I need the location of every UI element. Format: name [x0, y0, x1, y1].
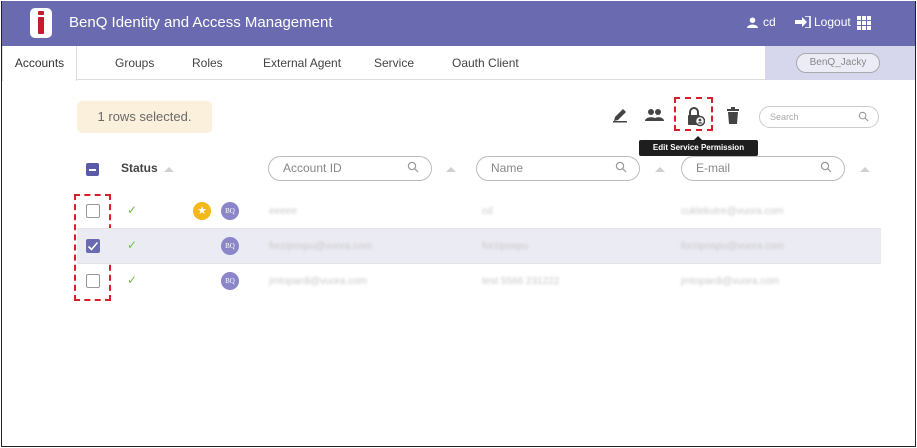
star-icon: ★	[193, 202, 211, 220]
search-icon	[407, 161, 419, 173]
group-icon[interactable]	[645, 107, 664, 127]
org-area: BenQ_Jacky	[765, 46, 915, 80]
highlight-lock-icon	[674, 97, 713, 131]
user-name: cd	[763, 15, 776, 29]
edit-icon[interactable]	[612, 107, 630, 127]
table-row[interactable]: ✓ BQ forzipospu@vuora.com forzipospu for…	[77, 229, 881, 264]
sort-email-icon[interactable]	[860, 167, 870, 172]
email-cell: jmtopardi@vuora.com	[681, 276, 779, 287]
status-header[interactable]: Status	[121, 161, 158, 175]
email-placeholder: E-mail	[696, 161, 731, 175]
sort-status-icon[interactable]	[164, 167, 174, 172]
select-all-checkbox[interactable]	[86, 163, 99, 176]
bq-badge: BQ	[221, 202, 239, 220]
name-cell: forzipospu	[482, 241, 529, 252]
org-selector[interactable]: BenQ_Jacky	[796, 53, 880, 73]
bq-badge: BQ	[221, 272, 239, 290]
tooltip-edit-service-permission: Edit Service Permission	[639, 136, 758, 156]
search-icon	[820, 161, 832, 173]
name-filter[interactable]: Name	[476, 156, 640, 181]
name-cell: cd	[482, 206, 493, 217]
name-placeholder: Name	[491, 161, 524, 175]
app-window: BenQ Identity and Access Management cd L…	[1, 1, 916, 447]
search-input[interactable]: Search	[759, 106, 879, 128]
row-checkbox[interactable]	[86, 204, 100, 218]
tab-service[interactable]: Service	[374, 46, 414, 80]
row-checkbox[interactable]	[86, 274, 100, 288]
status-check: ✓	[127, 273, 138, 287]
apps-grid-icon[interactable]	[857, 16, 871, 30]
name-cell: test 5566 231222	[482, 276, 560, 287]
app-title: BenQ Identity and Access Management	[69, 14, 333, 31]
status-check: ✓	[127, 203, 138, 217]
status-check: ✓	[127, 238, 138, 252]
account-id-cell: forzipospu@vuora.com	[269, 241, 372, 252]
tab-oauth-client[interactable]: Oauth Client	[452, 46, 519, 80]
logout-label: Logout	[814, 15, 851, 29]
selection-status: 1 rows selected.	[77, 101, 212, 133]
email-filter[interactable]: E-mail	[681, 156, 845, 181]
email-cell: cuklekutre@vuora.com	[681, 206, 784, 217]
sort-account-id-icon[interactable]	[446, 167, 456, 172]
tab-accounts[interactable]: Accounts	[2, 46, 77, 81]
tab-bar: Accounts Groups Roles External Agent Ser…	[2, 46, 915, 81]
trash-icon[interactable]	[726, 107, 744, 127]
checkmark-icon	[87, 241, 99, 251]
user-icon	[747, 16, 758, 28]
bq-badge: BQ	[221, 237, 239, 255]
tab-external-agent[interactable]: External Agent	[263, 46, 341, 80]
table-row[interactable]: ✓ BQ jmtopardi@vuora.com test 5566 23122…	[77, 264, 881, 299]
search-icon	[615, 161, 627, 173]
row-checkbox[interactable]	[86, 239, 100, 253]
top-bar: BenQ Identity and Access Management cd L…	[2, 1, 915, 46]
account-id-cell: eeeee	[269, 206, 297, 217]
table-row[interactable]: ✓ ★ BQ eeeee cd cuklekutre@vuora.com	[77, 194, 881, 229]
tab-groups[interactable]: Groups	[115, 46, 154, 80]
logout-icon	[795, 16, 811, 28]
email-cell: forzipospu@vuora.com	[681, 241, 784, 252]
search-icon	[858, 111, 869, 122]
search-placeholder: Search	[770, 112, 799, 122]
logout-button[interactable]: Logout	[795, 15, 851, 29]
sort-name-icon[interactable]	[655, 167, 665, 172]
tab-roles[interactable]: Roles	[192, 46, 223, 80]
account-id-placeholder: Account ID	[283, 161, 342, 175]
account-id-filter[interactable]: Account ID	[268, 156, 432, 181]
user-menu[interactable]: cd	[747, 15, 776, 29]
app-logo	[30, 8, 52, 38]
account-id-cell: jmtopardi@vuora.com	[269, 276, 367, 287]
